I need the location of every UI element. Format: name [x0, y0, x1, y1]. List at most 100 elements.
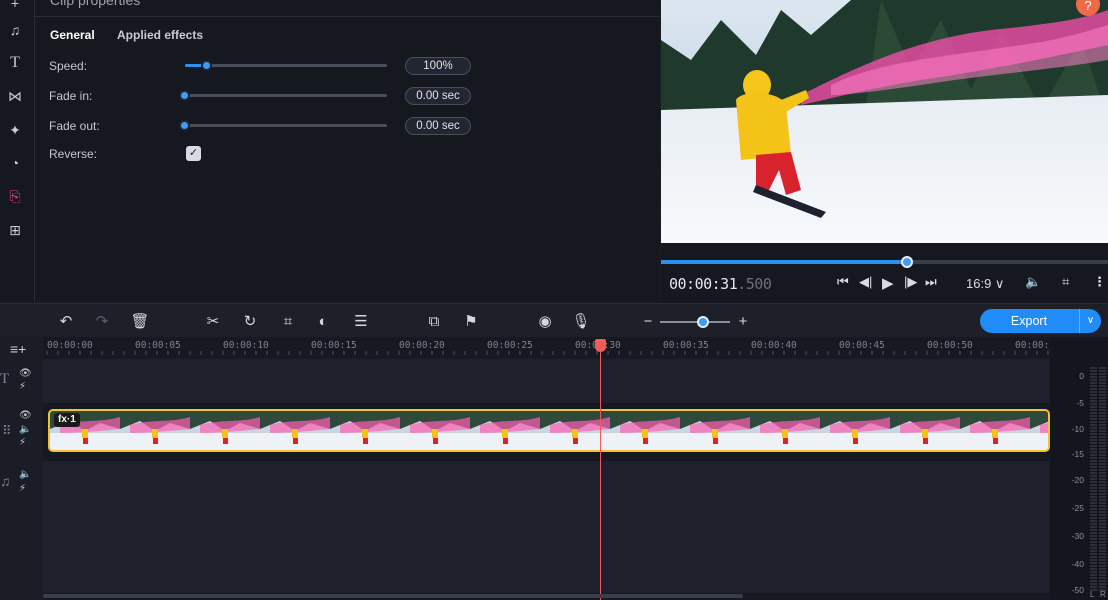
skip-end-icon[interactable]: ⏭ [925, 274, 937, 290]
clip-properties-icon[interactable]: ⎘ [6, 187, 24, 205]
previous-frame-icon[interactable]: ◀| [859, 274, 872, 290]
audio-track[interactable] [43, 461, 1050, 593]
zoom-slider-knob[interactable] [697, 316, 709, 328]
fade-in-slider[interactable] [179, 90, 387, 101]
tab-general[interactable]: General [50, 28, 95, 42]
db-label: -15 [1071, 449, 1084, 459]
ruler-tick-label: 00:00:00 [47, 340, 93, 351]
add-track-icon[interactable]: ≡+ [10, 341, 26, 357]
ruler-tick-label: 00:00:05 [135, 340, 181, 351]
marker-icon[interactable]: ⚑ [462, 312, 480, 330]
meter-right-label: R [1100, 590, 1106, 599]
video-track-icon: ⠿ [2, 423, 12, 438]
db-label: -30 [1071, 531, 1084, 541]
db-label: -5 [1076, 398, 1084, 408]
left-toolbar: + ♫ T ⋈ ✦ ◔ ⎘ ⊞ [0, 0, 35, 302]
audio-meters: 0-5-10-15-20-25-30-40-50-60 L R [1050, 337, 1108, 600]
speed-value[interactable]: 100% [405, 57, 471, 75]
audio-track-icon: ♫ [0, 473, 11, 489]
volume-icon[interactable]: 🔈 [19, 469, 31, 480]
speed-slider[interactable] [185, 60, 387, 71]
aspect-ratio-dropdown[interactable]: 16:9 ∨ [966, 276, 1004, 292]
meter-left-label: L [1090, 590, 1095, 599]
transitions-icon[interactable]: ⋈ [6, 87, 24, 105]
fade-out-slider[interactable] [179, 120, 387, 131]
meter-right [1099, 367, 1106, 592]
next-frame-icon[interactable]: |▶ [904, 274, 917, 290]
divider [35, 16, 660, 17]
meter-left [1090, 367, 1097, 592]
clip-settings-icon[interactable]: ☰ [352, 312, 370, 330]
fade-in-slider-knob[interactable] [179, 90, 190, 101]
timeline-toolbar: ↶ ↷ 🗑 ✂ ↻ ⌗ ◐ ☰ ⧉ ⚑ ◉ 🎙 − + Export ∨ [0, 303, 1108, 337]
visibility-icon[interactable]: 👁 [19, 368, 32, 379]
volume-icon[interactable]: 🔈 [1025, 274, 1041, 290]
clip-thumbnails [50, 411, 1048, 450]
volume-icon[interactable]: 🔈 [19, 424, 31, 435]
split-icon[interactable]: ✂ [204, 312, 222, 330]
playhead-handle[interactable] [595, 339, 606, 352]
ruler-tick-label: 00:00:25 [487, 340, 533, 351]
titles-icon[interactable]: T [6, 54, 24, 72]
music-icon[interactable]: ♫ [6, 21, 24, 39]
text-track[interactable] [43, 359, 1050, 403]
video-clip[interactable]: fx·1 [48, 409, 1050, 452]
color-adjust-icon[interactable]: ◐ [314, 312, 332, 330]
video-preview[interactable]: ? [661, 0, 1108, 243]
time-ruler[interactable]: 00:00:00 00:00:05 00:00:10 00:00:15 00:00:20… [43, 337, 1050, 359]
reverse-label: Reverse: [49, 147, 98, 161]
timeline-scrollbar[interactable] [43, 594, 743, 598]
import-icon[interactable]: + [6, 0, 24, 12]
panel-title: Clip properties [50, 0, 141, 8]
ruler-ticks [46, 351, 1049, 355]
webcam-icon[interactable]: ◉ [536, 312, 554, 330]
db-label: -50 [1071, 585, 1084, 595]
zoom-in-icon[interactable]: + [734, 312, 752, 330]
zoom-slider[interactable] [660, 321, 730, 323]
reverse-checkbox[interactable]: ✓ [186, 146, 201, 161]
db-label: -10 [1071, 424, 1084, 434]
link-icon[interactable]: ⚡ [19, 437, 26, 448]
crop-icon[interactable]: ⌗ [279, 312, 297, 330]
more-options-icon[interactable]: ⋮ [1093, 274, 1106, 290]
fade-out-value[interactable]: 0.00 sec [405, 117, 471, 135]
play-icon[interactable]: ▶ [882, 274, 894, 292]
undo-icon[interactable]: ↶ [57, 312, 75, 330]
fade-out-slider-knob[interactable] [179, 120, 190, 131]
ruler-tick-label: 00:00:10 [223, 340, 269, 351]
zoom-out-icon[interactable]: − [639, 312, 657, 330]
skip-start-icon[interactable]: ⏮ [837, 274, 849, 290]
track-headers: ≡+ T 👁 ⚡ 👁 ⠿ 🔈 ⚡ ♫ 🔈 ⚡ [0, 337, 43, 600]
stickers-icon[interactable]: ◔ [6, 154, 24, 172]
timeline[interactable]: 00:00:00 00:00:05 00:00:10 00:00:15 00:00:20… [43, 337, 1050, 600]
playback-progress-knob[interactable] [900, 256, 913, 268]
snapshot-icon[interactable]: ⌗ [1062, 274, 1069, 290]
export-dropdown-icon[interactable]: ∨ [1079, 309, 1101, 333]
playback-progress-fill [661, 260, 907, 264]
export-button[interactable]: Export ∨ [980, 309, 1101, 333]
filters-icon[interactable]: ✦ [6, 121, 24, 139]
clip-properties-panel: Clip properties General Applied effects … [35, 0, 660, 302]
rotate-icon[interactable]: ↻ [241, 312, 259, 330]
link-icon[interactable]: ⚡ [19, 483, 26, 494]
ruler-tick-label: 00:00:50 [927, 340, 973, 351]
playhead-line[interactable] [600, 341, 601, 600]
player-controls: 00:00:31.500 ⏮ ◀| ▶ |▶ ⏭ 16:9 ∨ 🔈 ⌗ ⋮ [661, 243, 1108, 303]
redo-icon[interactable]: ↷ [93, 312, 111, 330]
timecode-main: 00:00:31 [669, 275, 738, 293]
export-label: Export [1010, 314, 1048, 328]
playback-progress[interactable] [661, 256, 1108, 268]
delete-icon[interactable]: 🗑 [130, 312, 149, 330]
link-icon[interactable]: ⚡ [19, 381, 26, 392]
ruler-tick-label: 00:00:15 [311, 340, 357, 351]
fade-in-value[interactable]: 0.00 sec [405, 87, 471, 105]
visibility-icon[interactable]: 👁 [19, 410, 32, 421]
microphone-icon[interactable]: 🎙 [571, 312, 590, 330]
fade-out-label: Fade out: [49, 119, 100, 133]
tab-applied-effects[interactable]: Applied effects [117, 28, 203, 42]
fx-badge[interactable]: fx·1 [54, 413, 80, 427]
overlay-icon[interactable]: ⧉ [425, 312, 443, 330]
speed-slider-knob[interactable] [201, 60, 213, 71]
db-label: -20 [1071, 475, 1084, 485]
more-tools-icon[interactable]: ⊞ [6, 221, 24, 239]
